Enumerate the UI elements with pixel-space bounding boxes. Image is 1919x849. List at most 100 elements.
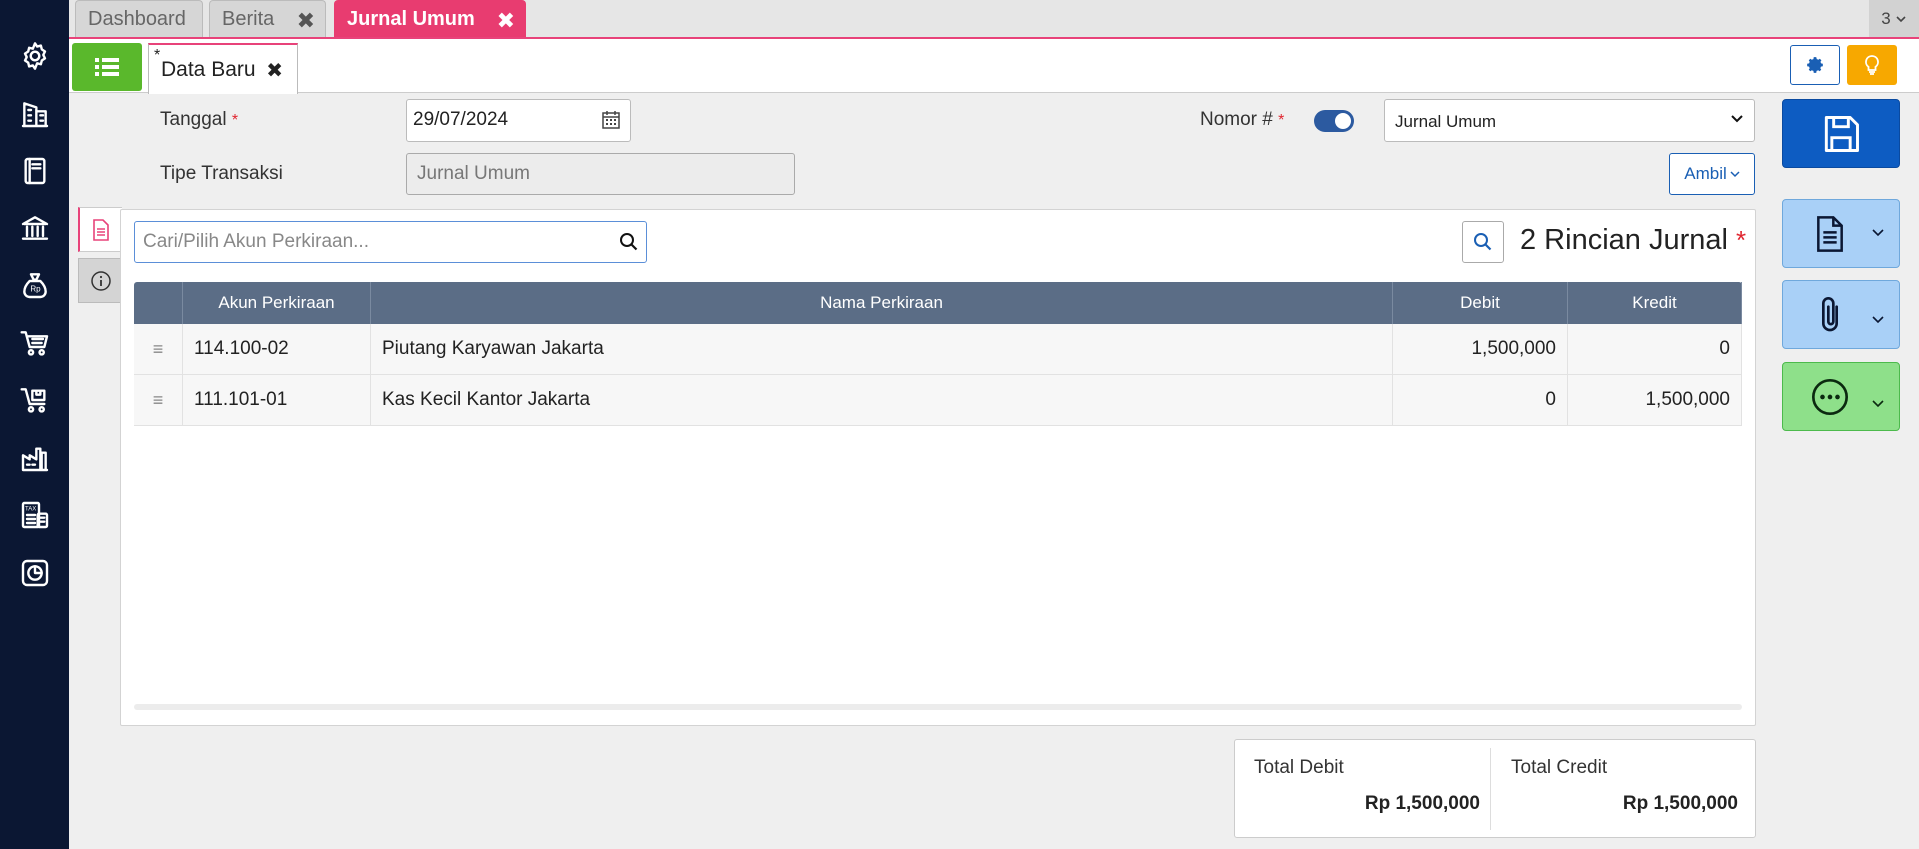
tipe-transaksi-field: Jurnal Umum	[406, 153, 795, 195]
tab-jurnal-umum[interactable]: Jurnal Umum ✖	[334, 0, 526, 37]
detail-title: 2 Rincian Jurnal *	[1520, 224, 1746, 257]
book-icon[interactable]	[17, 153, 53, 189]
search-icon	[1474, 233, 1492, 251]
table-body: ≡ 114.100-02 Piutang Karyawan Jakarta 1,…	[134, 324, 1742, 426]
horizontal-scrollbar[interactable]	[134, 704, 1742, 710]
lightbulb-icon	[1865, 55, 1879, 75]
tab-bar: Dashboard Berita ✖ Jurnal Umum ✖ 3	[69, 0, 1919, 39]
cart-box-icon[interactable]	[17, 382, 53, 418]
tab-data-baru[interactable]: * Data Baru ✖	[148, 43, 298, 94]
settings-button[interactable]	[1790, 45, 1840, 85]
money-bag-icon[interactable]: Rp	[17, 267, 53, 303]
nomor-series-select[interactable]: Jurnal Umum	[1384, 99, 1755, 142]
subtab-label: Data Baru	[161, 57, 256, 81]
account-search	[134, 221, 647, 263]
document-icon	[1817, 215, 1843, 252]
tanggal-date-field[interactable]: 29/07/2024	[406, 99, 631, 142]
chevron-down-icon	[1730, 171, 1740, 178]
gear-icon	[1807, 57, 1823, 73]
tax-icon[interactable]: TAX	[17, 497, 53, 533]
table-row[interactable]: ≡ 111.101-01 Kas Kecil Kantor Jakarta 0 …	[134, 375, 1742, 426]
building-icon[interactable]	[17, 96, 53, 132]
tanggal-value: 29/07/2024	[413, 109, 509, 130]
hint-button[interactable]	[1847, 45, 1897, 85]
required-mark: *	[1278, 112, 1285, 129]
info-tab[interactable]	[78, 258, 122, 303]
paperclip-icon	[1822, 296, 1838, 331]
factory-icon[interactable]	[17, 440, 53, 476]
chevron-down-icon	[1731, 115, 1743, 123]
info-icon	[90, 270, 111, 291]
ambil-button[interactable]: Ambil	[1669, 153, 1755, 195]
account-search-input[interactable]	[135, 222, 605, 262]
close-icon[interactable]: ✖	[266, 58, 283, 83]
tanggal-label: Tanggal *	[160, 109, 238, 131]
drag-handle-icon[interactable]: ≡	[134, 324, 183, 374]
more-icon	[1812, 378, 1848, 415]
column-header-kredit[interactable]: Kredit	[1568, 282, 1742, 324]
tab-berita[interactable]: Berita ✖	[209, 0, 326, 37]
sidebar: Rp TAX	[0, 0, 69, 849]
save-button[interactable]	[1782, 99, 1900, 168]
save-icon	[1824, 115, 1859, 152]
modified-marker: *	[154, 47, 161, 64]
sub-toolbar: * Data Baru ✖	[69, 39, 1919, 94]
column-header-debit[interactable]: Debit	[1393, 282, 1568, 324]
cell-kredit[interactable]: 1,500,000	[1568, 375, 1742, 425]
nomor-label-text: Nomor #	[1200, 109, 1273, 130]
cell-kredit[interactable]: 0	[1568, 324, 1742, 374]
more-actions-button[interactable]	[1782, 362, 1900, 431]
tab-label: Jurnal Umum	[347, 7, 475, 30]
totals-box: Total Debit Rp 1,500,000 Total Credit Rp…	[1234, 739, 1756, 838]
attachment-menu-button[interactable]	[1782, 280, 1900, 349]
close-icon[interactable]: ✖	[297, 8, 315, 34]
column-header-akun[interactable]: Akun Perkiraan	[183, 282, 371, 324]
required-mark: *	[231, 112, 239, 129]
report-icon[interactable]	[17, 555, 53, 591]
tab-overflow-button[interactable]: 3	[1869, 0, 1919, 37]
document-icon	[93, 218, 109, 241]
cell-debit[interactable]: 1,500,000	[1393, 324, 1568, 374]
cell-nama[interactable]: Piutang Karyawan Jakarta	[371, 324, 1393, 374]
cell-akun[interactable]: 114.100-02	[183, 324, 371, 374]
total-credit-value: Rp 1,500,000	[1622, 793, 1738, 814]
tab-count: 3	[1881, 8, 1891, 28]
ambil-label: Ambil	[1684, 164, 1727, 183]
tab-label: Dashboard	[88, 7, 186, 30]
bank-icon[interactable]	[17, 210, 53, 246]
chevron-down-icon	[1896, 15, 1906, 22]
total-debit-value: Rp 1,500,000	[1364, 793, 1480, 814]
column-header-nama[interactable]: Nama Perkiraan	[371, 282, 1393, 324]
cell-debit[interactable]: 0	[1393, 375, 1568, 425]
gear-icon[interactable]	[17, 38, 53, 74]
nomor-select-value: Jurnal Umum	[1395, 112, 1497, 131]
document-menu-button[interactable]	[1782, 199, 1900, 268]
tab-dashboard[interactable]: Dashboard	[75, 0, 203, 37]
table-row[interactable]: ≡ 114.100-02 Piutang Karyawan Jakarta 1,…	[134, 324, 1742, 375]
list-icon	[95, 58, 119, 76]
tab-label: Berita	[222, 7, 275, 30]
nomor-label: Nomor # *	[1200, 109, 1284, 131]
total-debit-label: Total Debit	[1254, 757, 1344, 778]
chevron-down-icon	[1872, 316, 1884, 324]
search-icon[interactable]	[619, 232, 639, 252]
divider	[1490, 748, 1491, 830]
cell-nama[interactable]: Kas Kecil Kantor Jakarta	[371, 375, 1393, 425]
detail-tab[interactable]	[78, 207, 122, 252]
drag-handle-icon[interactable]: ≡	[134, 375, 183, 425]
tipe-transaksi-value: Jurnal Umum	[417, 163, 530, 184]
cart-icon[interactable]	[17, 325, 53, 361]
detail-search-button[interactable]	[1462, 221, 1504, 263]
list-button[interactable]	[72, 43, 142, 91]
journal-detail-table: Akun Perkiraan Nama Perkiraan Debit Kred…	[134, 282, 1742, 426]
cell-akun[interactable]: 111.101-01	[183, 375, 371, 425]
calendar-icon[interactable]	[601, 110, 621, 130]
detail-title-text: 2 Rincian Jurnal	[1520, 224, 1728, 256]
svg-text:TAX: TAX	[25, 506, 36, 512]
required-mark: *	[1736, 225, 1747, 255]
close-icon[interactable]: ✖	[497, 8, 515, 34]
column-header-drag	[134, 282, 183, 324]
chevron-down-icon	[1872, 400, 1884, 408]
nomor-auto-toggle[interactable]	[1314, 110, 1354, 132]
svg-text:Rp: Rp	[30, 285, 41, 294]
